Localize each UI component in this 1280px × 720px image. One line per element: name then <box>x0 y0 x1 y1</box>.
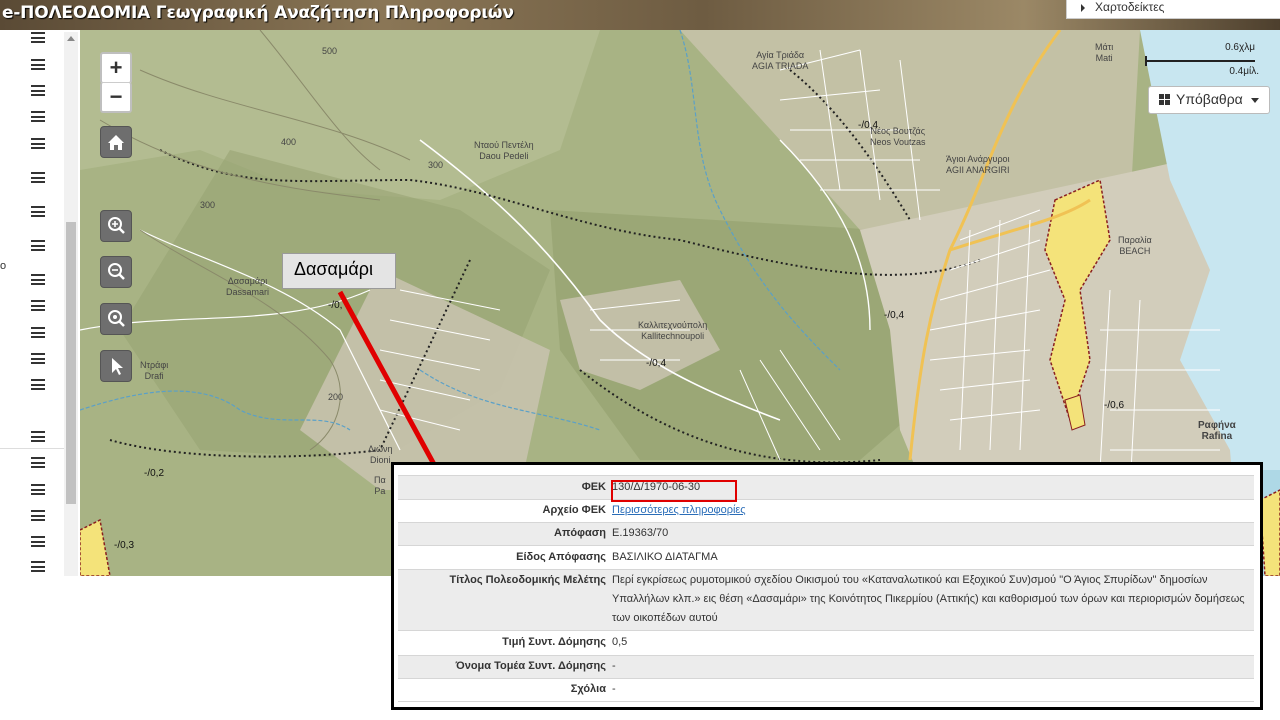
menu-icon[interactable] <box>31 353 45 364</box>
row-key: ΦΕΚ <box>581 481 606 493</box>
row-key: Όνομα Τομέα Συντ. Δόμησης <box>455 660 606 672</box>
menu-icon[interactable] <box>31 240 45 251</box>
row-key: Τιμή Συντ. Δόμησης <box>502 636 606 648</box>
place-rafina: Ραφήνα Rafina <box>1198 420 1236 442</box>
location-callout: Δασαμάρι <box>282 253 396 289</box>
fek-highlight-box <box>611 480 737 502</box>
home-icon <box>108 135 124 150</box>
coef-label: -/0, <box>328 300 343 311</box>
info-row-decision: Απόφαση Ε.19363/70 <box>398 522 1254 545</box>
place-paralia: Παραλία BEACH <box>1118 235 1152 256</box>
scroll-up-icon[interactable] <box>67 36 75 41</box>
basemap-label: Υπόβαθρα <box>1176 91 1243 107</box>
place-kallitechnoupoli: Καλλιτεχνούπολη Kallitechnoupoli <box>638 320 708 341</box>
coef-label: -/0,2 <box>144 468 165 479</box>
menu-icon[interactable] <box>31 536 45 547</box>
row-key: Αρχείο ΦΕΚ <box>542 504 606 516</box>
sidebar-scroll-thumb[interactable] <box>66 222 76 504</box>
zoom-in-button[interactable]: + <box>100 52 132 84</box>
place-ntrafi: Ντράφι Drafi <box>140 360 169 381</box>
magnify-plus-icon <box>108 217 125 234</box>
menu-icon[interactable] <box>31 206 45 217</box>
row-key: Τίτλος Πολεοδομικής Μελέτης <box>449 574 606 586</box>
menu-icon[interactable] <box>31 431 45 442</box>
coef-label: -/0,6 <box>1104 400 1125 411</box>
magnify-minus-icon <box>108 263 125 280</box>
menu-icon[interactable] <box>31 111 45 122</box>
info-panel: ΦΕΚ 130/Δ/1970-06-30 Αρχείο ΦΕΚ Περισσότ… <box>391 462 1263 710</box>
menu-icon[interactable] <box>31 300 45 311</box>
menu-icon[interactable] <box>31 457 45 468</box>
info-table: ΦΕΚ 130/Δ/1970-06-30 Αρχείο ΦΕΚ Περισσότ… <box>398 475 1254 702</box>
menu-icon[interactable] <box>31 327 45 338</box>
place-mati: Μάτι Mati <box>1095 42 1114 63</box>
select-tool-button[interactable] <box>100 350 132 382</box>
menu-icon[interactable] <box>31 32 45 43</box>
place-agioi-anargyroi: Άγιοι Ανάργυροι AGII ANARGIRI <box>946 154 1010 175</box>
scale-mi-label: 0.4μίλ. <box>1229 66 1259 77</box>
row-value: 0,5 <box>612 636 628 648</box>
bookmarks-label: Χαρτοδείκτες <box>1095 0 1165 14</box>
zoom-in-tool-button[interactable] <box>100 210 132 242</box>
row-value: - <box>612 683 616 695</box>
menu-icon[interactable] <box>31 561 45 572</box>
menu-icon[interactable] <box>31 172 45 183</box>
row-value: Περί εγκρίσεως ρυμοτομικού σχεδίου Οικισ… <box>612 574 1245 624</box>
caret-right-icon <box>1081 4 1085 12</box>
place-dioni: Διώνη Dioni <box>368 444 393 465</box>
row-key: Είδος Απόφασης <box>516 551 606 563</box>
contour-label: 400 <box>281 137 297 147</box>
row-value: Ε.19363/70 <box>612 527 669 539</box>
zoom-out-tool-button[interactable] <box>100 256 132 288</box>
menu-icon[interactable] <box>31 510 45 521</box>
bookmarks-menu[interactable]: Χαρτοδείκτες <box>1066 0 1280 19</box>
contour-label: 300 <box>428 160 444 170</box>
contour-label: 200 <box>328 392 344 402</box>
pointer-icon <box>112 358 123 375</box>
grid-icon <box>1159 94 1171 106</box>
menu-icon[interactable] <box>31 484 45 495</box>
info-row-decision-type: Είδος Απόφασης ΒΑΣΙΛΙΚΟ ΔΙΑΤΑΓΜΑ <box>398 545 1254 569</box>
place-agia-triada: Αγία Τριάδα AGIA TRIADA <box>752 50 809 71</box>
place-neos-voutzas: Νέος Βουτζάς Neos Voutzas <box>870 126 926 147</box>
sidebar-truncated-text: ο <box>0 260 7 272</box>
coef-label: -/0,3 <box>114 540 135 551</box>
info-row-sector: Όνομα Τομέα Συντ. Δόμησης - <box>398 655 1254 678</box>
menu-icon[interactable] <box>31 379 45 390</box>
row-key: Απόφαση <box>554 527 606 539</box>
place-dasamari: Δασαμάρι Dassamari <box>226 276 270 297</box>
info-row-study-title: Τίτλος Πολεοδομικής Μελέτης Περί εγκρίσε… <box>398 569 1254 630</box>
place-partial: Πα Pa <box>374 475 386 496</box>
sidebar-divider <box>0 448 64 449</box>
row-key: Σχόλια <box>570 683 606 695</box>
scale-line <box>1145 56 1255 66</box>
menu-icon[interactable] <box>31 85 45 96</box>
zoom-out-button[interactable]: − <box>100 82 132 113</box>
home-button[interactable] <box>100 126 132 158</box>
more-info-link[interactable]: Περισσότερες πληροφορίες <box>612 504 746 516</box>
app-title: e-ΠΟΛΕΟΔΟΜΙΑ Γεωγραφική Αναζήτηση Πληροφ… <box>2 3 514 23</box>
coef-label: -/0,4 <box>858 120 879 131</box>
info-row-fek: ΦΕΚ 130/Δ/1970-06-30 <box>398 475 1254 499</box>
contour-label: 500 <box>322 46 338 56</box>
menu-icon[interactable] <box>31 138 45 149</box>
coef-label: -/0,4 <box>646 358 667 369</box>
magnify-extent-icon <box>108 310 125 327</box>
scale-km-label: 0.6χλμ <box>1225 42 1255 53</box>
row-value: - <box>612 660 616 672</box>
callout-label: Δασαμάρι <box>294 259 373 279</box>
info-row-archive: Αρχείο ΦΕΚ Περισσότερες πληροφορίες <box>398 499 1254 522</box>
place-ntaou-penteli: Νταού Πεντέλη Daou Pedeli <box>474 140 534 161</box>
scale-bar: 0.6χλμ 0.4μίλ. <box>1145 42 1263 82</box>
contour-label: 300 <box>200 200 216 210</box>
zoom-extent-button[interactable] <box>100 303 132 335</box>
info-row-comments: Σχόλια - <box>398 678 1254 702</box>
coef-label: -/0,4 <box>884 310 905 321</box>
menu-icon[interactable] <box>31 59 45 70</box>
basemap-dropdown[interactable]: Υπόβαθρα <box>1148 86 1270 114</box>
menu-icon[interactable] <box>31 274 45 285</box>
info-row-coefficient: Τιμή Συντ. Δόμησης 0,5 <box>398 630 1254 655</box>
caret-down-icon <box>1251 98 1259 103</box>
row-value: ΒΑΣΙΛΙΚΟ ΔΙΑΤΑΓΜΑ <box>612 551 718 563</box>
